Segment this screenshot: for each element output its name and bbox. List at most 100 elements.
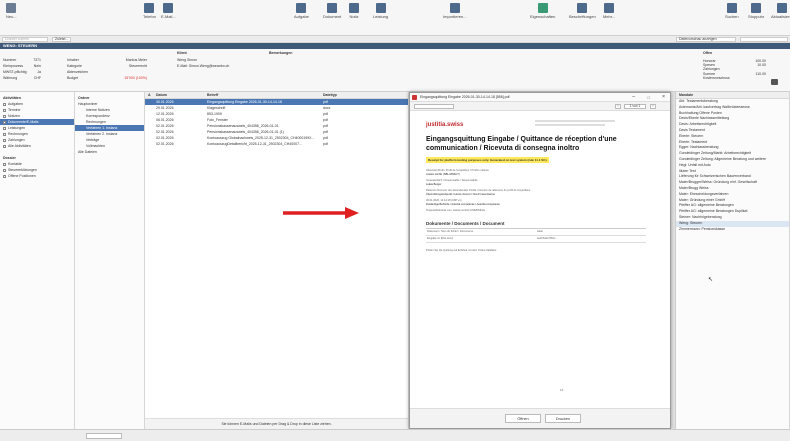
mehr-button[interactable]: Mehr...	[603, 3, 615, 19]
nav-item-label: Kontakte	[8, 162, 22, 166]
print-button[interactable]: Drucken	[545, 414, 581, 423]
nav-item-icon	[3, 120, 6, 124]
info-row: Kostenvorschuss	[703, 76, 766, 80]
notiz-button[interactable]: Notiz	[349, 3, 359, 19]
more-icon	[604, 3, 615, 13]
meta-line: Übermittlungszeitpunkt / Heure d'envoi /…	[426, 193, 495, 196]
service-icon	[375, 3, 386, 13]
doc-subject: KontoauszugDetailbericht_2025-12-31_2502…	[207, 142, 302, 146]
open-button[interactable]: Öffnen	[505, 414, 541, 423]
col-attachment[interactable]: A	[148, 92, 151, 99]
client-line: E-Mail: Simon.Weng@weanbo.ch	[177, 64, 230, 68]
header-meta-line	[535, 120, 615, 122]
nav-item-icon	[3, 114, 6, 118]
file-preview-dropdown[interactable]: Dateivorschau anzeigen	[676, 37, 736, 42]
nav-item-icon	[3, 144, 6, 148]
red-arrow	[283, 207, 359, 219]
toolbar-label: Leistung	[373, 14, 389, 19]
viewer-title: Eingangsquittung Eingabe 2026-01-30-14-1…	[420, 95, 510, 99]
recent-dropdown[interactable]: Zuletzt...	[52, 37, 72, 42]
nav-item-icon	[3, 102, 6, 106]
col-subject[interactable]: Betreff	[207, 92, 218, 99]
test-notice-highlight: Receipt for platform testing purposes on…	[426, 157, 550, 163]
open-balance: Honorar 100.00 Spesen 10.00 Zahlungen Summe 11…	[703, 59, 766, 80]
receipt-heading: Eingangsquittung Eingabe / Quittance de …	[426, 136, 617, 152]
doc-table-cell: Hash	[537, 230, 544, 233]
nav-item-label: Alle Aktivitäten	[8, 144, 31, 148]
brand-logo: justitia.swiss	[426, 122, 464, 128]
open-balance-heading: Offen	[703, 51, 713, 55]
status-field	[86, 433, 122, 439]
document-list: A Datum Betreff Dateityp 30.01.2026 Einga…	[145, 92, 409, 429]
folder-item[interactable]: Alle Dateien	[75, 149, 144, 155]
beschriftungen-button[interactable]: Beschriftungen	[569, 3, 596, 19]
toolbar-label: Suchen	[725, 14, 739, 19]
nav-item-label: Zahlungen	[8, 138, 25, 142]
prev-page-button[interactable]: ‹	[615, 104, 621, 109]
nav-item-label: Leistungen	[8, 126, 26, 130]
footer-note: Prüfen Sie die Quittung auf Echtheit mit…	[426, 249, 497, 252]
nav-item-label: Rechnungen	[8, 132, 28, 136]
toolbar-label: Importieren...	[443, 14, 467, 19]
close-icon[interactable]: ×	[662, 93, 665, 102]
drop-zone-hint: Sie können E-Mails und Dateien per Drag …	[145, 418, 408, 429]
doc-table-cell: Dokument / Nom du fichier / Documento	[427, 230, 474, 233]
dossier-search-input[interactable]: Dossier suchen	[2, 37, 48, 42]
documents-table: Dokument / Nom du fichier / Documento Has…	[426, 228, 646, 243]
toolbar-label: Eigenschaften	[530, 14, 556, 19]
importieren-button[interactable]: Importieren...	[443, 3, 467, 19]
document-icon	[327, 3, 338, 13]
document-row[interactable]: 02.01.2026 KontoauszugDetailbericht_2025-…	[145, 141, 408, 147]
mail-icon	[163, 3, 174, 13]
info-row: Währung CHF	[3, 75, 41, 81]
calculator-icon[interactable]	[771, 79, 778, 85]
labels-icon	[577, 3, 588, 13]
main-toolbar: Neu... Telefon E-Mail... Aufgabe Dokument No…	[0, 0, 790, 36]
folder-tree: Ordner Hauptordner Interne Notizen Korrespo…	[75, 92, 145, 429]
minimize-icon[interactable]: –	[632, 93, 635, 102]
dokument-button[interactable]: Dokument	[323, 3, 341, 19]
eigenschaften-button[interactable]: Eigenschaften	[530, 3, 555, 19]
nav-item[interactable]: Alle Aktivitäten	[0, 143, 74, 149]
preview-search-input[interactable]	[740, 37, 788, 42]
maximize-icon[interactable]: □	[648, 93, 650, 102]
info-column-1: Nummer 7371 Kleinprozess Nein MWST-pflichtig…	[3, 57, 41, 81]
info-key: Budget	[67, 76, 79, 80]
col-date[interactable]: Datum	[156, 92, 167, 99]
page-number: 1/1	[560, 389, 564, 392]
neu-button[interactable]: Neu...	[6, 3, 17, 19]
meta-line: Justice GmbH (SBL-MNSCT)	[426, 173, 460, 176]
aktualisieren-button[interactable]: Aktualisieren	[771, 3, 790, 19]
status-bar	[0, 429, 790, 441]
next-page-button[interactable]: ›	[650, 104, 656, 109]
mouse-cursor-icon: ↖	[708, 277, 714, 283]
page-input[interactable]: 1 von 1	[624, 104, 646, 109]
mandate-item[interactable]: Zimmermann: Pensionskasse	[676, 227, 789, 233]
doc-date: 02.01.2026	[156, 142, 174, 146]
col-filetype[interactable]: Dateityp	[323, 92, 337, 99]
toolbar-label: Telefon	[143, 14, 156, 19]
telefon-button[interactable]: Telefon	[143, 3, 156, 19]
nav-item-icon	[3, 174, 6, 178]
mandate-panel: Mandate Abt. Testamentsberatung Actemanis…	[675, 92, 790, 429]
document-list-header: A Datum Betreff Dateityp	[145, 92, 408, 99]
stoppuhr-button[interactable]: Stoppuhr	[748, 3, 764, 19]
aufgabe-button[interactable]: Aufgabe	[294, 3, 309, 19]
doc-table-row: Dokument / Nom du fichier / Documento Has…	[426, 229, 646, 236]
leistung-button[interactable]: Leistung	[373, 3, 388, 19]
nav-item-label: Aktivitäten	[3, 96, 21, 100]
pdf-icon	[412, 95, 417, 100]
info-value: 15'000 (100%)	[124, 76, 147, 80]
new-doc-icon	[6, 3, 17, 13]
info-column-2: Inhaber Markus Meier Kategorie Steuerrecht A…	[67, 57, 147, 81]
note-icon	[349, 3, 359, 13]
zoom-select[interactable]	[414, 104, 454, 109]
viewer-titlebar: Eingangsquittung Eingabe 2026-01-30-14-1…	[410, 93, 670, 102]
e-mail-button[interactable]: E-Mail...	[161, 3, 176, 19]
properties-icon	[537, 3, 548, 13]
nav-item-label: Termine	[8, 108, 21, 112]
nav-item[interactable]: Offene Positionen	[0, 173, 74, 179]
nav-item-icon	[3, 132, 6, 136]
suchen-button[interactable]: Suchen	[725, 3, 739, 19]
doc-table-cell: Eingabe.txt (Rite.docx)	[427, 237, 454, 240]
